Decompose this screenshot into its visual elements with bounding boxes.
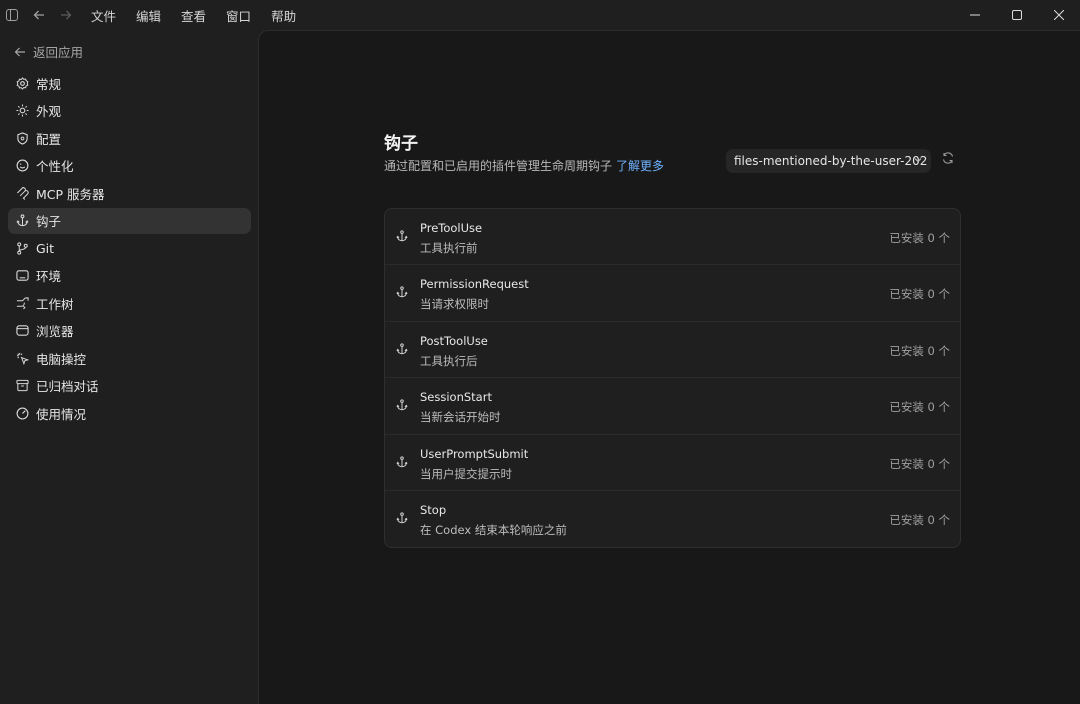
menu-help[interactable]: 帮助 (271, 6, 296, 25)
sidebar-item-worktree[interactable]: 工作树 (8, 290, 251, 316)
anchor-icon (396, 343, 408, 359)
sidebar-item-label: 个性化 (36, 159, 74, 174)
hook-name: UserPromptSubmit (420, 446, 529, 461)
sidebar-item-label: 使用情况 (36, 406, 87, 422)
settings-nav: 常规 外观 配置 个性化 MCP 服务器 钩子 Git 环境 工作树 浏览器 电… (8, 70, 251, 428)
browser-icon (15, 324, 29, 338)
hook-row-pretooluse[interactable]: PreToolUse 工具执行前 已安装 0 个 (385, 209, 960, 266)
hook-description: 在 Codex 结束本轮响应之前 (420, 522, 567, 537)
sidebar-item-mcp[interactable]: MCP 服务器 (8, 180, 251, 206)
hook-description: 当用户提交提示时 (420, 466, 512, 481)
back-to-app-label: 返回应用 (33, 45, 84, 60)
sun-icon (15, 104, 29, 118)
git-branch-icon (15, 241, 29, 255)
back-arrow-icon (14, 47, 25, 56)
page-subtitle: 通过配置和已启用的插件管理生命周期钩子 了解更多 (384, 157, 664, 174)
sidebar-item-environment[interactable]: 环境 (8, 263, 251, 289)
sidebar-item-personalization[interactable]: 个性化 (8, 153, 251, 179)
sidebar-item-label: 外观 (36, 104, 62, 119)
hook-installed-count: 已安装 0 个 (889, 512, 950, 527)
sidebar-item-git[interactable]: Git (8, 235, 251, 261)
anchor-icon (396, 455, 408, 472)
back-arrow-icon[interactable] (28, 0, 50, 30)
hook-description: 工具执行后 (420, 353, 478, 368)
terminal-icon (15, 269, 29, 283)
hook-description: 当新会话开始时 (420, 410, 501, 425)
hooks-list: PreToolUse 工具执行前 已安装 0 个 PermissionReque… (384, 208, 961, 548)
hook-description: 工具执行前 (420, 241, 478, 255)
project-select-value: files-mentioned-by-the-user-202 (734, 154, 928, 168)
hook-name: PreToolUse (420, 221, 483, 235)
sidebar-toggle-icon[interactable] (1, 0, 23, 30)
sidebar-item-label: MCP 服务器 (36, 186, 105, 202)
hook-name: PermissionRequest (420, 277, 529, 292)
title-bar: 文件 编辑 查看 窗口 帮助 (0, 0, 1080, 30)
hook-description: 当请求权限时 (420, 297, 489, 312)
sidebar-item-appearance[interactable]: 外观 (8, 98, 251, 124)
refresh-icon[interactable] (942, 152, 954, 168)
sidebar-item-hooks[interactable]: 钩子 (8, 207, 251, 234)
hook-installed-count: 已安装 0 个 (889, 456, 950, 471)
hook-installed-count: 已安装 0 个 (889, 287, 950, 302)
sidebar-item-label: 环境 (36, 269, 62, 284)
sidebar-item-label: Git (36, 240, 55, 256)
maximize-button[interactable] (996, 0, 1038, 30)
hook-row-permissionrequest[interactable]: PermissionRequest 当请求权限时 已安装 0 个 (385, 265, 960, 322)
menu-edit[interactable]: 编辑 (136, 6, 161, 25)
close-icon (1054, 10, 1064, 20)
cursor-click-icon (15, 351, 29, 365)
back-to-app-link[interactable]: 返回应用 (14, 42, 83, 61)
shield-icon (15, 131, 29, 145)
archive-icon (15, 379, 29, 393)
anchor-icon (396, 399, 408, 415)
sidebar-item-general[interactable]: 常规 (8, 70, 251, 96)
sidebar-item-browser[interactable]: 浏览器 (8, 318, 251, 344)
gauge-icon (15, 406, 29, 420)
anchor-icon (15, 214, 29, 228)
hook-name: SessionStart (420, 390, 492, 405)
hook-installed-count: 已安装 0 个 (889, 343, 950, 358)
sidebar: 返回应用 常规 外观 配置 个性化 MCP 服务器 钩子 Git 环境 工作树 … (0, 30, 258, 704)
sidebar-item-label: 配置 (36, 131, 62, 147)
maximize-icon (1012, 10, 1022, 20)
anchor-icon (396, 512, 408, 528)
minimize-button[interactable] (954, 0, 996, 30)
forward-arrow-icon[interactable] (55, 0, 77, 30)
sidebar-item-config[interactable]: 配置 (8, 125, 251, 151)
sidebar-item-label: 钩子 (36, 214, 62, 229)
hook-name: Stop (420, 502, 447, 517)
hook-row-sessionstart[interactable]: SessionStart 当新会话开始时 已安装 0 个 (385, 378, 960, 435)
hook-installed-count: 已安装 0 个 (889, 231, 950, 245)
chevron-down-icon (913, 154, 923, 168)
hook-row-posttooluse[interactable]: PostToolUse 工具执行后 已安装 0 个 (385, 322, 960, 379)
sidebar-item-label: 工作树 (36, 296, 74, 312)
menu-window[interactable]: 窗口 (226, 6, 251, 25)
sidebar-item-label: 电脑操控 (36, 351, 87, 367)
sidebar-item-usage[interactable]: 使用情况 (8, 400, 251, 426)
worktree-icon (15, 296, 29, 310)
sidebar-item-label: 已归档对话 (36, 379, 99, 394)
menu-file[interactable]: 文件 (91, 6, 116, 25)
menu-view[interactable]: 查看 (181, 6, 206, 25)
sidebar-item-label: 浏览器 (36, 324, 74, 339)
hook-installed-count: 已安装 0 个 (889, 400, 950, 415)
anchor-icon (396, 230, 408, 246)
hook-name: PostToolUse (420, 333, 488, 348)
hook-row-userpromptsubmit[interactable]: UserPromptSubmit 当用户提交提示时 已安装 0 个 (385, 435, 960, 491)
subtitle-text: 通过配置和已启用的插件管理生命周期钩子 (384, 159, 613, 173)
smile-icon (15, 159, 29, 173)
page-title: 钩子 (384, 134, 418, 154)
mcp-icon (15, 186, 29, 200)
learn-more-link[interactable]: 了解更多 (616, 159, 664, 173)
main-panel: 钩子 通过配置和已启用的插件管理生命周期钩子 了解更多 files-mention… (258, 30, 1080, 704)
minimize-icon (970, 14, 980, 16)
gear-icon (15, 76, 29, 90)
hook-row-stop[interactable]: Stop 在 Codex 结束本轮响应之前 已安装 0 个 (385, 491, 960, 547)
project-select[interactable]: files-mentioned-by-the-user-202 (726, 149, 931, 173)
sidebar-item-computer-control[interactable]: 电脑操控 (8, 345, 251, 371)
anchor-icon (396, 286, 408, 302)
sidebar-item-label: 常规 (36, 76, 62, 92)
close-button[interactable] (1038, 0, 1080, 30)
sidebar-item-archived[interactable]: 已归档对话 (8, 373, 251, 399)
